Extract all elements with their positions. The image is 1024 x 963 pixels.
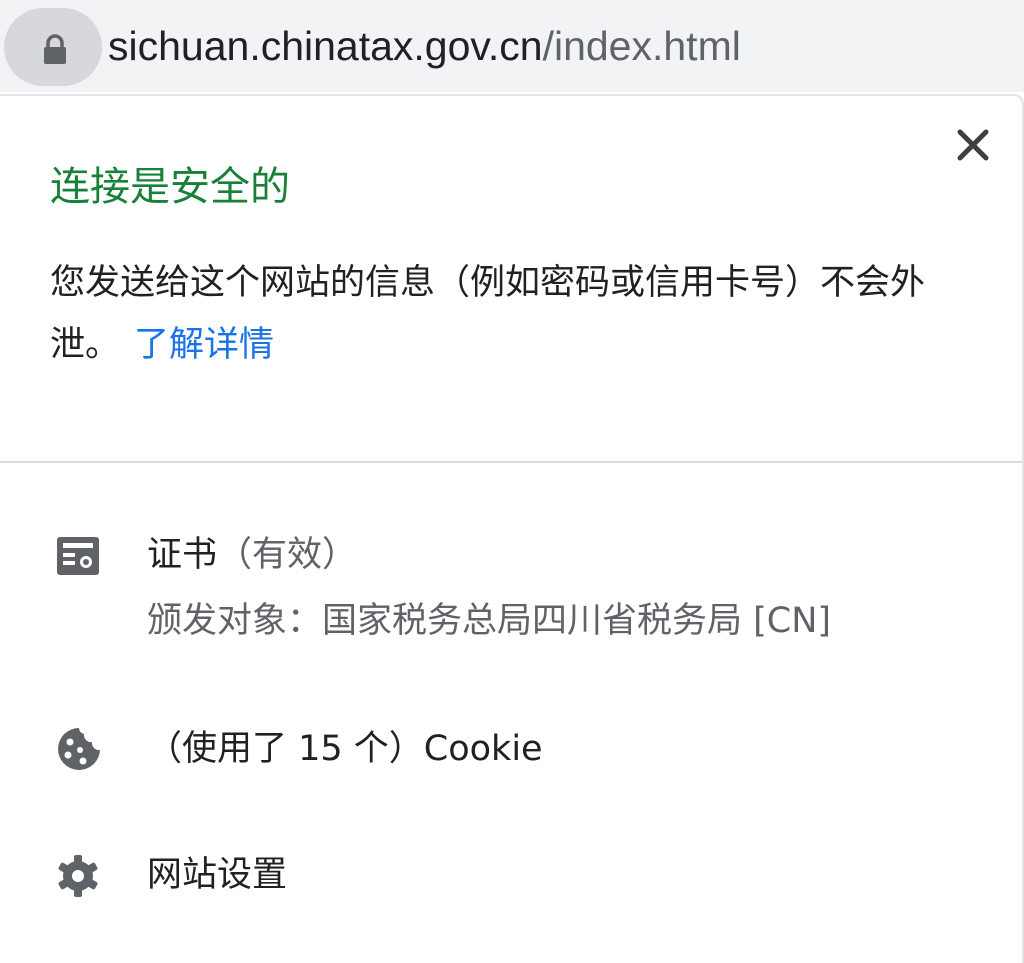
certificate-issued-to: 颁发对象：国家税务总局四川省税务局 [CN] — [147, 601, 832, 641]
connection-title: 连接是安全的 — [50, 164, 290, 210]
certificate-status: （有效） — [217, 535, 358, 575]
cookie-icon — [58, 728, 100, 770]
address-bar[interactable]: sichuan.chinatax.gov.cn/index.html — [0, 0, 1024, 92]
certificate-icon — [57, 537, 99, 575]
divider — [0, 461, 1022, 463]
lock-icon — [44, 34, 66, 64]
cookies-row[interactable]: （使用了 15 个）Cookie — [147, 726, 543, 772]
url-text[interactable]: sichuan.chinatax.gov.cn/index.html — [108, 20, 741, 72]
page-info-popup — [0, 94, 1024, 963]
certificate-label: 证书 — [147, 535, 218, 575]
learn-more-link[interactable]: 了解详情 — [134, 325, 274, 365]
site-info-button[interactable] — [4, 8, 102, 86]
certificate-row-icon[interactable] — [55, 533, 101, 583]
certificate-row[interactable]: 证书（有效） — [147, 532, 357, 578]
cookie-row-icon[interactable] — [55, 725, 103, 777]
gear-icon — [58, 855, 98, 897]
url-host: sichuan.chinatax.gov.cn — [108, 23, 543, 69]
site-settings-row-icon[interactable] — [55, 853, 101, 903]
connection-description: 您发送给这个网站的信息（例如密码或信用卡号）不会外泄。 了解详情 — [50, 252, 980, 376]
site-settings-row[interactable]: 网站设置 — [147, 852, 287, 898]
close-icon — [957, 129, 989, 161]
close-button[interactable] — [952, 124, 994, 166]
url-path: /index.html — [542, 23, 741, 69]
